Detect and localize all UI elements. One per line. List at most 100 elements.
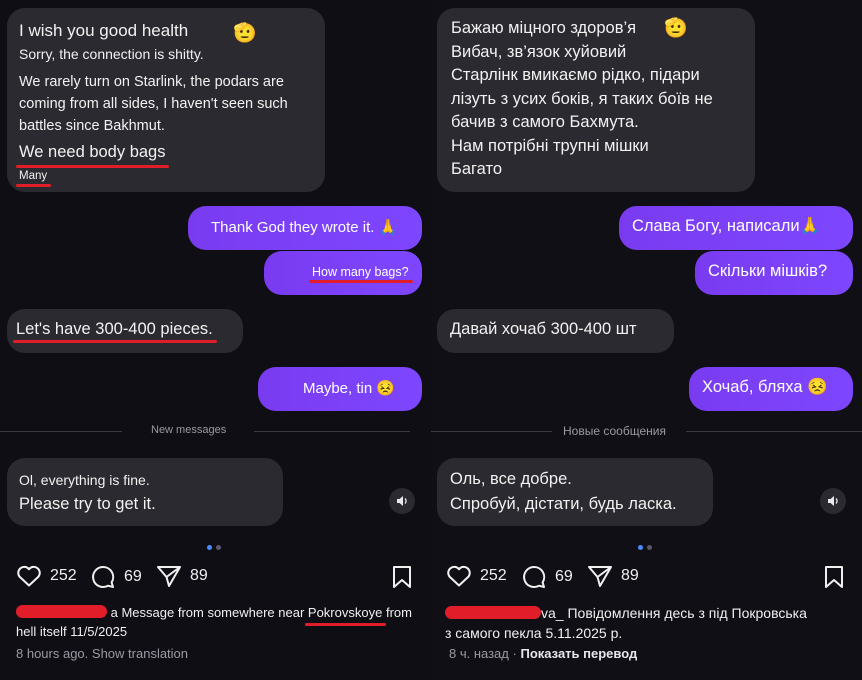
post-meta: 8 ч. назад · Показать перевод: [449, 646, 637, 661]
share-icon: [157, 566, 181, 587]
redacted-username: [445, 606, 541, 619]
new-messages-divider-left: [0, 431, 122, 432]
outgoing-message-3: Хочаб, бляха 😣: [689, 367, 853, 411]
speaker-icon: [828, 496, 838, 506]
outgoing-message-3: Maybe, tin 😣: [258, 367, 422, 411]
bookmark-icon: [393, 566, 411, 588]
like-count: 252: [50, 567, 77, 584]
persevering-face-emoji: 😣: [376, 380, 396, 397]
message-line: Оль, все добре.: [450, 470, 572, 488]
comment-icon: [92, 565, 115, 588]
highlighted-place-name: Pokrovskoye: [304, 605, 387, 626]
carousel-dot-active: [207, 545, 212, 550]
caption-text: Повідомлення десь з під Покровська: [567, 605, 807, 621]
comment-count: 69: [555, 568, 573, 585]
caption-text: hell itself 11/5/2025: [16, 624, 128, 639]
show-translation-link[interactable]: Show translation: [92, 646, 188, 661]
voice-transcript-message: Оль, все добре. Спробуй, дістати, будь л…: [437, 458, 713, 526]
like-button[interactable]: 252: [446, 564, 507, 588]
highlighted-many: Many: [15, 170, 52, 187]
incoming-message-2: Давай хочаб 300-400 шт: [437, 309, 674, 353]
outgoing-message-2: Скільки мішків?: [695, 251, 853, 295]
message-line: coming from all sides, I haven't seen su…: [19, 96, 288, 112]
heart-icon: [447, 565, 471, 587]
message-line: Бажаю міцного здоров’я: [451, 19, 637, 37]
save-button[interactable]: [392, 565, 412, 594]
saluting-face-emoji: 🫡: [233, 23, 257, 44]
new-messages-divider-right: [686, 431, 862, 432]
carousel-dots: [207, 545, 221, 550]
comment-button[interactable]: 69: [521, 564, 573, 590]
comment-count: 69: [124, 568, 142, 585]
share-button[interactable]: 89: [156, 564, 208, 588]
redacted-username: [16, 605, 107, 618]
new-messages-label: New messages: [151, 424, 227, 436]
heart-icon: [17, 565, 41, 587]
message-text: Скільки мішків?: [708, 262, 828, 280]
message-line: Спробуй, дістати, будь ласка.: [450, 494, 677, 513]
message-text: Maybe, tin: [303, 380, 373, 397]
post-timestamp: 8 hours ago.: [16, 646, 89, 661]
persevering-face-emoji: 😣: [807, 378, 828, 396]
play-audio-button[interactable]: [389, 488, 415, 514]
folded-hands-emoji: 🙏: [378, 219, 398, 236]
message-line: бачив з самого Бахмута.: [451, 113, 639, 131]
message-line: We rarely turn on Starlink, the podars a…: [19, 74, 284, 90]
incoming-message-1: I wish you good health 🫡 Sorry, the conn…: [7, 8, 325, 192]
carousel-dot: [647, 545, 652, 550]
caption-text: a Message from somewhere near: [110, 605, 305, 620]
caption-text: з самого пекла 5.11.2025 р.: [445, 625, 623, 641]
message-line: Старлінк вмикаємо рідко, підари: [451, 66, 700, 84]
new-messages-divider-left: [431, 431, 552, 432]
post-caption: va_ Повідомлення десь з під Покровська з…: [445, 603, 844, 643]
new-messages-divider-right: [254, 431, 410, 432]
play-audio-button[interactable]: [820, 488, 846, 514]
message-line: лізуть з усих боків, я таких боїв не: [451, 89, 713, 108]
message-text: Thank God they wrote it.: [211, 219, 375, 236]
outgoing-message-1: Слава Богу, написали🙏: [619, 206, 853, 250]
message-line: Нам потрібні трупні мішки: [451, 136, 649, 155]
saluting-face-emoji: 🫡: [664, 18, 688, 39]
message-line: Вибач, зв’язок хуйовий: [451, 42, 627, 61]
post-actions-bar: 252 69 89: [431, 564, 862, 592]
like-count: 252: [480, 567, 507, 584]
message-line: Ol, everything is fine.: [19, 472, 150, 488]
carousel-dot-active: [638, 545, 643, 550]
speaker-icon: [397, 496, 407, 506]
highlighted-how-many-bags: How many bags?: [309, 265, 413, 283]
outgoing-message-2: How many bags?: [264, 251, 422, 295]
message-line: Please try to get it.: [19, 495, 156, 513]
incoming-message-1: Бажаю міцного здоров’я 🫡 Вибач, зв’язок …: [437, 8, 755, 192]
message-text: Слава Богу, написали: [632, 217, 800, 235]
share-count: 89: [621, 567, 639, 584]
bookmark-icon: [825, 566, 843, 588]
post-timestamp: 8 ч. назад: [449, 646, 509, 661]
post-meta: 8 hours ago. Show translation: [16, 646, 188, 661]
left-panel-translated: I wish you good health 🫡 Sorry, the conn…: [0, 0, 431, 680]
outgoing-message-1: Thank God they wrote it. 🙏: [188, 206, 422, 250]
message-line: Багато: [451, 160, 503, 178]
highlighted-body-bags: We need body bags: [15, 140, 170, 168]
save-button[interactable]: [824, 565, 844, 594]
carousel-dots: [638, 545, 652, 550]
highlighted-quantity: Let's have 300-400 pieces.: [13, 320, 217, 343]
message-text: Хочаб, бляха: [702, 378, 803, 396]
folded-hands-emoji: 🙏: [799, 217, 821, 235]
share-count: 89: [190, 567, 208, 584]
username-tail[interactable]: va_: [541, 605, 564, 621]
share-button[interactable]: 89: [587, 564, 639, 588]
share-icon: [588, 566, 612, 587]
post-actions-bar: 252 69 89: [0, 564, 431, 592]
caption-text: from: [385, 605, 412, 620]
post-caption: a Message from somewhere near Pokrovskoy…: [16, 603, 413, 641]
carousel-dot: [216, 545, 221, 550]
show-translation-link[interactable]: Показать перевод: [520, 646, 637, 661]
new-messages-label: Новые сообщения: [563, 424, 666, 438]
right-panel-original: Бажаю міцного здоров’я 🫡 Вибач, зв’язок …: [431, 0, 862, 680]
comment-button[interactable]: 69: [90, 564, 142, 590]
voice-transcript-message: Ol, everything is fine. Please try to ge…: [7, 458, 283, 526]
message-line: I wish you good health: [19, 21, 189, 40]
incoming-message-2: Let's have 300-400 pieces.: [7, 309, 243, 353]
message-line: Sorry, the connection is shitty.: [19, 46, 204, 62]
like-button[interactable]: 252: [16, 564, 77, 588]
